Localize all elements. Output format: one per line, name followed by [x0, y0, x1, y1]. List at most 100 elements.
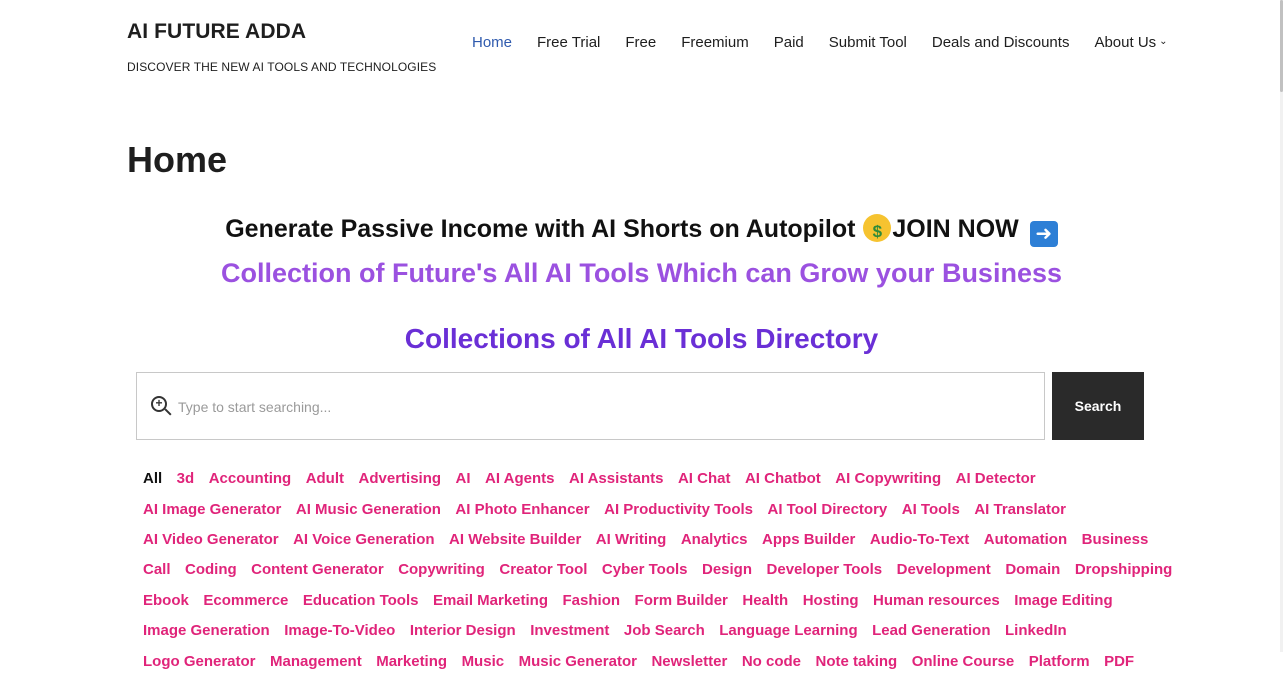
category-tag[interactable]: Ecommerce — [203, 592, 288, 610]
category-tag[interactable]: Management — [270, 653, 362, 671]
search-input[interactable] — [176, 393, 1020, 421]
nav-about-us-label: About Us — [1094, 34, 1157, 51]
category-tag[interactable]: PDF — [1104, 653, 1134, 671]
category-tag[interactable]: Image Generation — [143, 622, 270, 640]
category-tag[interactable]: Marketing — [376, 653, 447, 671]
category-tag[interactable]: Online Course — [912, 653, 1015, 671]
nav-free-trial-label: Free Trial — [537, 34, 601, 51]
right-arrow-icon: ➜ — [1029, 221, 1058, 247]
category-tag[interactable]: Automation — [984, 531, 1067, 549]
category-tag[interactable]: AI Chat — [678, 470, 731, 488]
site-tagline: DISCOVER THE NEW AI TOOLS AND TECHNOLOGI… — [127, 60, 437, 74]
category-tag[interactable]: Note taking — [816, 653, 898, 671]
nav-paid-label: Paid — [773, 34, 804, 51]
tag-row: AI Image Generator AI Music Generation AI … — [143, 494, 1153, 524]
category-tag[interactable]: AI Image Generator — [143, 501, 281, 519]
money-mouth-face-icon — [863, 214, 892, 248]
category-tag[interactable]: Copywriting — [398, 561, 485, 579]
category-tag[interactable]: Audio-To-Text — [870, 531, 969, 549]
category-tag[interactable]: AI Chatbot — [745, 470, 821, 488]
nav-free[interactable]: Free — [625, 34, 656, 52]
category-tag[interactable]: AI Writing — [596, 531, 667, 549]
category-tag[interactable]: Email Marketing — [433, 592, 548, 610]
category-tag[interactable]: Domain — [1005, 561, 1060, 579]
category-tag[interactable]: Advertising — [359, 470, 442, 488]
nav-freemium[interactable]: Freemium — [681, 34, 749, 52]
category-tag[interactable]: Design — [702, 561, 752, 579]
category-tag[interactable]: No code — [742, 653, 801, 671]
nav-home[interactable]: Home — [472, 34, 512, 52]
category-tag[interactable]: Music — [462, 653, 505, 671]
nav-submit-tool[interactable]: Submit Tool — [829, 34, 907, 52]
category-tag[interactable]: AI Detector — [956, 470, 1036, 488]
category-tag[interactable]: Health — [742, 592, 788, 610]
category-tag[interactable]: AI Video Generator — [143, 531, 279, 549]
site-header: AI FUTURE ADDA DISCOVER THE NEW AI TOOLS… — [0, 0, 1280, 90]
category-tag[interactable]: LinkedIn — [1005, 622, 1067, 640]
category-tag[interactable]: Apps Builder — [762, 531, 855, 549]
nav-home-label: Home — [472, 34, 513, 51]
page-title: Home — [127, 139, 228, 180]
category-tag[interactable]: Investment — [530, 622, 609, 640]
category-tag[interactable]: Language Learning — [719, 622, 857, 640]
tag-row: All 3d Accounting Adult Advertising AI AI Agen… — [143, 464, 1153, 494]
category-tag[interactable]: Image-To-Video — [284, 622, 395, 640]
category-tag[interactable]: Image Editing — [1014, 592, 1112, 610]
nav-about-us[interactable]: About Us ⌄ — [1094, 34, 1167, 52]
category-tag[interactable]: AI Assistants — [569, 470, 663, 488]
category-tag[interactable]: AI Productivity Tools — [604, 501, 753, 519]
category-tag[interactable]: Hosting — [803, 592, 859, 610]
category-tag[interactable]: AI Voice Generation — [293, 531, 434, 549]
tag-row: Image Generation Image-To-Video Interior D… — [143, 616, 1153, 646]
category-tag[interactable]: Logo Generator — [143, 653, 256, 671]
category-tag[interactable]: Business — [1082, 531, 1149, 549]
category-tag[interactable]: Developer Tools — [767, 561, 883, 579]
category-tag[interactable]: AI Website Builder — [449, 531, 581, 549]
nav-free-trial[interactable]: Free Trial — [537, 34, 600, 52]
chevron-down-icon[interactable]: ⌄ — [1159, 33, 1167, 51]
category-tag[interactable]: Platform — [1029, 653, 1090, 671]
category-tag[interactable]: Development — [897, 561, 991, 579]
category-tag[interactable]: AI Tool Directory — [768, 501, 888, 519]
category-tag[interactable]: Interior Design — [410, 622, 516, 640]
promo-cta[interactable]: JOIN NOW — [892, 215, 1018, 243]
category-tag[interactable]: All — [143, 470, 162, 488]
category-tag[interactable]: Job Search — [624, 622, 705, 640]
category-tag[interactable]: Coding — [185, 561, 237, 579]
business-tagline: Collection of Future's All AI Tools Whic… — [221, 258, 1062, 288]
category-tag[interactable]: Music Generator — [519, 653, 637, 671]
category-filter-tags: All 3d Accounting Adult Advertising AI AI Agen… — [143, 464, 1172, 677]
nav-paid[interactable]: Paid — [774, 34, 804, 52]
nav-free-label: Free — [625, 34, 657, 51]
category-tag[interactable]: AI Tools — [902, 501, 960, 519]
category-tag[interactable]: Accounting — [209, 470, 292, 488]
category-tag[interactable]: Call — [143, 561, 171, 579]
category-tag[interactable]: 3d — [177, 470, 195, 488]
category-tag[interactable]: Form Builder — [635, 592, 728, 610]
category-tag[interactable]: Cyber Tools — [602, 561, 688, 579]
category-tag[interactable]: Content Generator — [251, 561, 384, 579]
category-tag[interactable]: Fashion — [563, 592, 621, 610]
site-title[interactable]: AI FUTURE ADDA — [127, 20, 436, 44]
nav-deals-and-discounts[interactable]: Deals and Discounts — [932, 34, 1070, 52]
category-tag[interactable]: AI Copywriting — [835, 470, 941, 488]
promo-banner[interactable]: Generate Passive Income with AI Shorts o… — [0, 213, 1283, 248]
category-tag[interactable]: Adult — [306, 470, 344, 488]
category-tag[interactable]: Ebook — [143, 592, 189, 610]
search-button[interactable]: Search — [1052, 372, 1144, 440]
category-tag[interactable]: Newsletter — [651, 653, 727, 671]
category-tag[interactable]: Creator Tool — [499, 561, 587, 579]
search-box: + — [136, 372, 1045, 440]
category-tag[interactable]: Analytics — [681, 531, 748, 549]
category-tag[interactable]: Human resources — [873, 592, 1000, 610]
category-tag[interactable]: AI Translator — [974, 501, 1066, 519]
category-tag[interactable]: AI — [456, 470, 471, 488]
category-tag[interactable]: AI Photo Enhancer — [455, 501, 589, 519]
category-tag[interactable]: AI Music Generation — [296, 501, 441, 519]
zoom-in-magnifier-icon: + — [151, 396, 167, 412]
category-tag[interactable]: AI Agents — [485, 470, 554, 488]
category-tag[interactable]: Lead Generation — [872, 622, 990, 640]
category-tag[interactable]: Education Tools — [303, 592, 419, 610]
category-tag[interactable]: Dropshipping — [1075, 561, 1173, 579]
tag-row: Logo Generator Management Marketing Music Mu… — [143, 646, 1153, 676]
